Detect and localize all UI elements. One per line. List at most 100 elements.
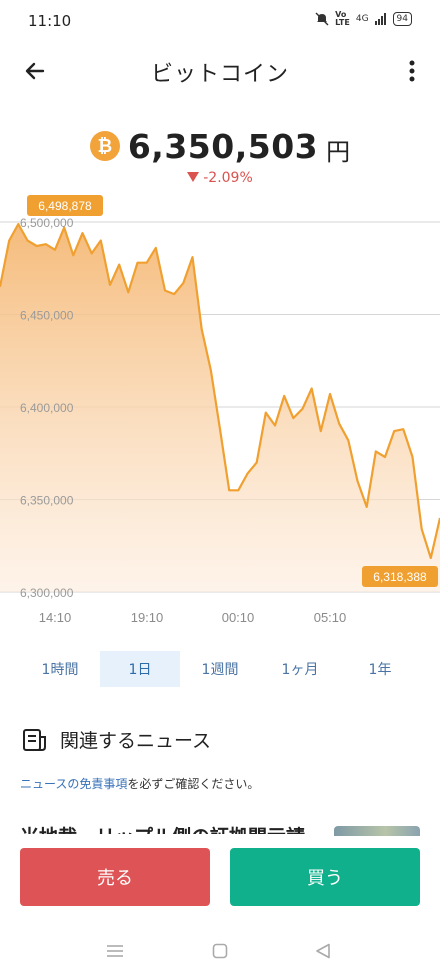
newspaper-icon bbox=[23, 728, 46, 751]
buy-button[interactable]: 買う bbox=[230, 848, 420, 906]
sell-button[interactable]: 売る bbox=[20, 848, 210, 906]
tab-label: 1年 bbox=[368, 662, 392, 678]
data-point bbox=[328, 392, 332, 396]
data-point bbox=[282, 394, 286, 398]
tab-1-week[interactable]: 1週間 bbox=[180, 651, 260, 687]
data-point bbox=[273, 424, 277, 428]
data-point bbox=[35, 244, 39, 248]
data-point bbox=[117, 263, 121, 267]
data-point bbox=[90, 251, 94, 255]
news-section-title: 関連するニュース bbox=[60, 730, 212, 752]
data-point bbox=[209, 368, 213, 372]
data-point bbox=[26, 239, 30, 243]
tab-label: 1時間 bbox=[41, 662, 79, 678]
data-point bbox=[236, 488, 240, 492]
more-menu-button[interactable] bbox=[398, 54, 426, 88]
data-point bbox=[392, 429, 396, 433]
data-point bbox=[81, 231, 85, 235]
data-point bbox=[356, 479, 360, 483]
data-point bbox=[44, 242, 48, 246]
down-triangle-icon bbox=[187, 172, 200, 182]
current-price: 6,350,503 bbox=[127, 126, 319, 166]
data-point bbox=[108, 283, 112, 287]
disclaimer-link[interactable]: ニュースの免責事項 bbox=[20, 777, 127, 791]
data-point bbox=[136, 261, 140, 265]
tab-1-year[interactable]: 1年 bbox=[340, 651, 420, 687]
price-row: ₿ 6,350,503 円 bbox=[0, 124, 440, 168]
data-point bbox=[319, 429, 323, 433]
data-point bbox=[154, 246, 158, 250]
data-point bbox=[200, 327, 204, 331]
data-point bbox=[337, 422, 341, 426]
home-button[interactable] bbox=[205, 938, 235, 964]
data-point bbox=[53, 248, 57, 252]
data-point bbox=[163, 288, 167, 292]
data-point bbox=[429, 556, 433, 560]
data-point bbox=[145, 261, 149, 265]
x-tick-label: 14:10 bbox=[39, 610, 72, 625]
data-point bbox=[365, 505, 369, 509]
news-headline[interactable]: 米地裁、リップル側の証拠開示請求 bbox=[20, 820, 320, 834]
tab-1-hour[interactable]: 1時間 bbox=[20, 651, 100, 687]
status-bar: 11:10 Vo LTE 4G 94 bbox=[0, 0, 440, 42]
app-header: ビットコイン bbox=[0, 42, 440, 98]
tab-label: 1ヶ月 bbox=[281, 662, 319, 678]
data-point bbox=[420, 527, 424, 531]
data-point bbox=[401, 427, 405, 431]
bitcoin-icon: ₿ bbox=[89, 131, 120, 161]
y-tick-label: 6,400,000 bbox=[20, 401, 74, 415]
price-unit: 円 bbox=[326, 137, 351, 166]
tab-1-month[interactable]: 1ヶ月 bbox=[260, 651, 340, 687]
data-point bbox=[246, 472, 250, 476]
tab-label: 1週間 bbox=[201, 662, 239, 678]
y-tick-label: 6,500,000 bbox=[20, 216, 74, 230]
data-point bbox=[191, 255, 195, 259]
triangle-back-icon bbox=[316, 943, 330, 959]
volte-icon: Vo LTE bbox=[335, 10, 350, 27]
square-icon bbox=[212, 943, 228, 959]
action-bar: 売る 買う bbox=[0, 836, 440, 926]
price-change: -2.09% bbox=[0, 170, 440, 186]
system-nav-bar bbox=[0, 926, 440, 977]
battery-icon: 94 bbox=[392, 12, 412, 26]
high-value: 6,498,878 bbox=[38, 199, 92, 213]
data-point bbox=[383, 455, 387, 459]
tab-1-day[interactable]: 1日 bbox=[100, 651, 180, 687]
status-time: 11:10 bbox=[28, 12, 72, 30]
price-change-value: -2.09% bbox=[203, 170, 253, 186]
data-point bbox=[346, 438, 350, 442]
data-point bbox=[181, 281, 185, 285]
data-point bbox=[374, 449, 378, 453]
x-tick-label: 19:10 bbox=[131, 610, 164, 625]
tab-label: 1日 bbox=[128, 662, 152, 678]
x-tick-label: 00:10 bbox=[222, 610, 255, 625]
y-tick-label: 6,350,000 bbox=[20, 494, 74, 508]
data-point bbox=[218, 427, 222, 431]
price-chart[interactable]: 6,500,000 6,450,000 6,400,000 6,350,000 6,30… bbox=[0, 190, 440, 640]
recent-apps-button[interactable] bbox=[100, 938, 130, 964]
data-point bbox=[71, 253, 75, 257]
y-tick-label: 6,300,000 bbox=[20, 586, 74, 600]
data-point bbox=[7, 239, 11, 243]
data-point bbox=[411, 455, 415, 459]
news-header: 関連するニュース bbox=[22, 726, 211, 753]
data-point bbox=[255, 461, 259, 465]
system-back-button[interactable] bbox=[308, 938, 338, 964]
low-value: 6,318,388 bbox=[373, 570, 427, 584]
news-disclaimer: ニュースの免責事項を必ずご確認ください。 bbox=[20, 775, 259, 792]
data-point bbox=[264, 411, 268, 415]
menu-icon bbox=[107, 945, 123, 957]
data-point bbox=[126, 290, 130, 294]
high-label: 6,498,878 bbox=[27, 195, 103, 216]
x-tick-label: 05:10 bbox=[314, 610, 347, 625]
data-point bbox=[291, 416, 295, 420]
low-label: 6,318,388 bbox=[362, 566, 438, 587]
disclaimer-text: を必ずご確認ください。 bbox=[127, 777, 260, 791]
mute-icon bbox=[315, 12, 329, 26]
page-title: ビットコイン bbox=[150, 62, 289, 87]
range-tabs: 1時間 1日 1週間 1ヶ月 1年 bbox=[0, 651, 440, 687]
y-tick-label: 6,450,000 bbox=[20, 309, 74, 323]
data-point bbox=[301, 407, 305, 411]
data-point bbox=[310, 387, 314, 391]
data-point bbox=[172, 292, 176, 296]
